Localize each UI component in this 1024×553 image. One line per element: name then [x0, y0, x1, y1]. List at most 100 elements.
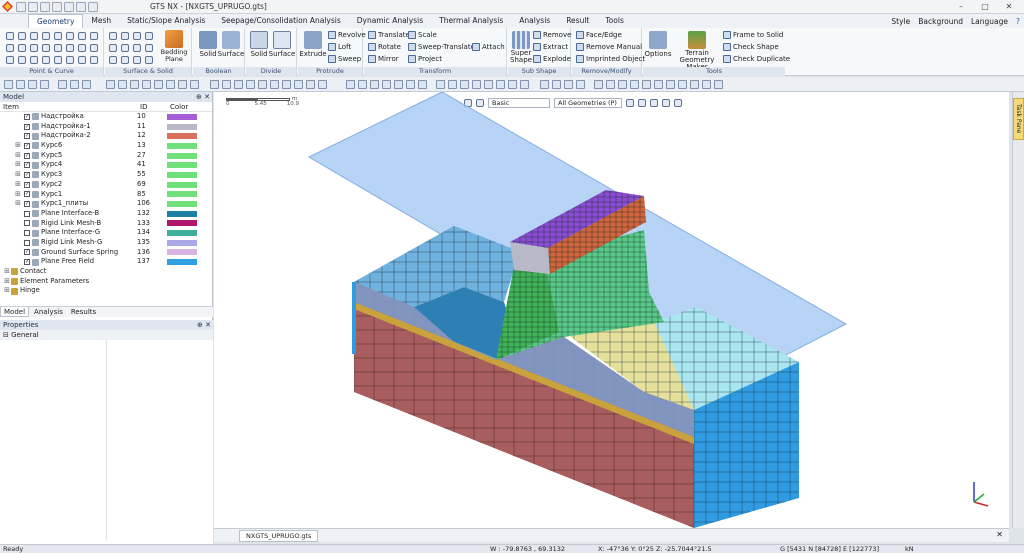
bedding-plane-button[interactable]: Bedding Plane — [159, 30, 189, 63]
loft-button[interactable]: Loft — [328, 43, 351, 51]
tool-icon[interactable] — [294, 80, 303, 89]
tree-row[interactable]: ✓ Надстройка 10 — [0, 112, 212, 122]
tool-icon[interactable] — [118, 80, 127, 89]
tree-row[interactable]: ✓ Надстройка-2 12 — [0, 131, 212, 141]
expand-icon[interactable]: ⊞ — [14, 141, 22, 151]
tool-icon[interactable] — [370, 80, 379, 89]
attach-button[interactable]: Attach — [472, 43, 505, 51]
properties-section[interactable]: ⊟ General — [0, 330, 213, 340]
tool-icon[interactable] — [130, 80, 139, 89]
visibility-checkbox[interactable]: ✓ — [24, 181, 30, 188]
visibility-checkbox[interactable]: ✓ — [24, 162, 30, 169]
visibility-checkbox[interactable]: ✓ — [24, 171, 30, 178]
tree-item-color-swatch[interactable] — [167, 123, 197, 130]
revolve-button[interactable]: Revolve — [328, 31, 366, 39]
tool-icon[interactable] — [436, 80, 445, 89]
tool-icon[interactable] — [234, 80, 243, 89]
tool-icon[interactable] — [178, 80, 187, 89]
tree-item-color-swatch[interactable] — [167, 191, 197, 198]
expand-icon[interactable]: ⊞ — [3, 277, 11, 287]
visibility-checkbox[interactable] — [24, 210, 30, 217]
tree-row[interactable]: Plane Interface-G 134 — [0, 228, 212, 238]
undo-icon[interactable] — [76, 1, 86, 12]
task-pane-tab[interactable]: Task Pane — [1013, 98, 1024, 140]
doc-tab-active[interactable]: NXGTS_UPRUGO.gts — [239, 530, 319, 542]
tab-seepage[interactable]: Seepage/Consolidation Analysis — [213, 14, 349, 28]
tool-icon[interactable] — [142, 80, 151, 89]
visibility-checkbox[interactable]: ✓ — [24, 191, 30, 198]
visibility-checkbox[interactable]: ✓ — [24, 133, 30, 140]
tool-icon[interactable] — [270, 80, 279, 89]
tree-item-color-swatch[interactable] — [167, 162, 197, 169]
help-icon[interactable]: ? — [1016, 17, 1020, 26]
col-item[interactable]: Item — [0, 102, 140, 111]
tree-item-color-swatch[interactable] — [167, 142, 197, 149]
col-id[interactable]: ID — [140, 102, 170, 111]
maximize-button[interactable]: □ — [974, 1, 996, 12]
tree-row[interactable]: Rigid Link Mesh-B 133 — [0, 219, 212, 229]
tool-icon[interactable] — [552, 80, 561, 89]
tab-thermal[interactable]: Thermal Analysis — [431, 14, 511, 28]
tree-item-color-swatch[interactable] — [167, 171, 197, 178]
visibility-checkbox[interactable]: ✓ — [24, 123, 30, 130]
tool-icon[interactable] — [666, 80, 675, 89]
sweep-translate-button[interactable]: Sweep-Translate — [408, 43, 475, 51]
tool-icon[interactable] — [642, 80, 651, 89]
tool-icon[interactable] — [460, 80, 469, 89]
pin-close-icon[interactable]: ⊕ ✕ — [196, 92, 210, 102]
visibility-checkbox[interactable] — [24, 230, 30, 237]
tree-row[interactable]: ✓ Ground Surface Spring 136 — [0, 248, 212, 258]
tree-row[interactable]: Plane Interface-B 132 — [0, 209, 212, 219]
tool-icon[interactable] — [702, 80, 711, 89]
tool-icon[interactable] — [258, 80, 267, 89]
tool-icon[interactable] — [394, 80, 403, 89]
tab-tools[interactable]: Tools — [597, 14, 631, 28]
tab-geometry[interactable]: Geometry — [28, 14, 84, 28]
expand-icon[interactable]: ⊞ — [3, 267, 11, 277]
remove-manual-button[interactable]: Remove Manual — [576, 43, 642, 51]
tool-icon[interactable] — [190, 80, 199, 89]
tool-icon[interactable] — [306, 80, 315, 89]
translate-button[interactable]: Translate — [368, 31, 410, 39]
save-as-icon[interactable] — [52, 1, 62, 12]
pin-close-icon[interactable]: ⊕ ✕ — [197, 320, 211, 330]
sub-remove-button[interactable]: Remove — [533, 31, 571, 39]
visibility-checkbox[interactable]: ✓ — [24, 113, 30, 120]
tool-icon[interactable] — [472, 80, 481, 89]
extrude-button[interactable]: Extrude — [298, 31, 328, 58]
expand-icon[interactable]: ⊞ — [14, 170, 22, 180]
tree-row[interactable]: ✓ Plane Free Field 137 — [0, 257, 212, 267]
minimize-button[interactable]: – — [950, 1, 972, 12]
app-logo-icon[interactable] — [0, 0, 14, 14]
visibility-checkbox[interactable]: ✓ — [24, 152, 30, 159]
visibility-checkbox[interactable] — [24, 220, 30, 227]
tree-item-color-swatch[interactable] — [167, 239, 197, 246]
tool-icon[interactable] — [40, 80, 49, 89]
redo-icon[interactable] — [88, 1, 98, 12]
tree-row[interactable]: ⊞ ✓ Курс6 13 — [0, 141, 212, 151]
tree-row[interactable]: ⊞ ✓ Курс1_плиты 106 — [0, 199, 212, 209]
check-shape-button[interactable]: Check Shape — [723, 43, 779, 51]
face-edge-button[interactable]: Face/Edge — [576, 31, 622, 39]
tab-analysis-pane[interactable]: Analysis — [31, 307, 66, 317]
divide-surface-button[interactable]: Surface — [267, 31, 297, 58]
visibility-checkbox[interactable]: ✓ — [24, 249, 30, 256]
tool-icon[interactable] — [70, 80, 79, 89]
expand-icon[interactable]: ⊞ — [14, 151, 22, 161]
mirror-button[interactable]: Mirror — [368, 55, 399, 63]
tree-item-color-swatch[interactable] — [167, 113, 197, 120]
tool-icon[interactable] — [576, 80, 585, 89]
tab-result[interactable]: Result — [558, 14, 597, 28]
tool-icon[interactable] — [106, 80, 115, 89]
tree-item-color-swatch[interactable] — [167, 133, 197, 140]
tab-dynamic[interactable]: Dynamic Analysis — [349, 14, 431, 28]
tool-icon[interactable] — [654, 80, 663, 89]
visibility-checkbox[interactable]: ✓ — [24, 142, 30, 149]
tree-row[interactable]: ⊞ ✓ Курс5 27 — [0, 151, 212, 161]
tool-icon[interactable] — [28, 80, 37, 89]
tool-icon[interactable] — [678, 80, 687, 89]
tab-mesh[interactable]: Mesh — [83, 14, 119, 28]
tool-icon[interactable] — [382, 80, 391, 89]
project-button[interactable]: Project — [408, 55, 442, 63]
tree-item-color-swatch[interactable] — [167, 181, 197, 188]
